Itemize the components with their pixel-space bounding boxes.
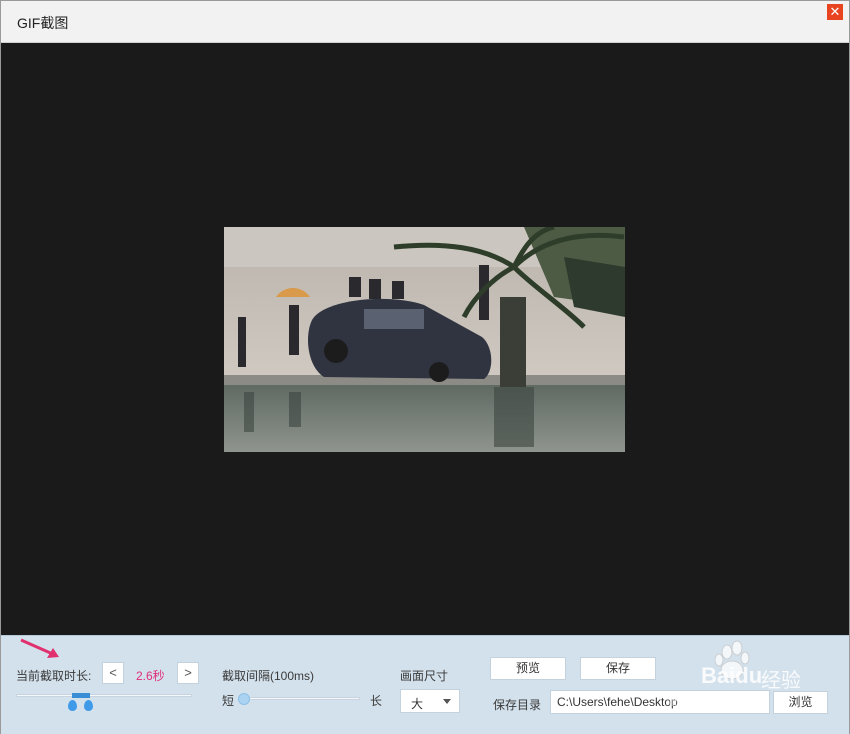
watermark-text: 经验: [761, 670, 801, 692]
preview-button[interactable]: 预览: [490, 657, 566, 680]
annotation-arrow-icon: [20, 638, 59, 658]
save-button[interactable]: 保存: [580, 657, 656, 680]
watermark-brand: Baidu: [701, 663, 763, 688]
size-select[interactable]: 大: [400, 689, 460, 713]
water-drop-icon: [68, 700, 77, 711]
duration-increase-button[interactable]: >: [177, 662, 199, 684]
duration-decrease-button[interactable]: <: [102, 662, 124, 684]
size-select-value: 大: [411, 697, 424, 711]
gif-capture-window: GIF截图 ✕ 当前截取时长: < 2.6秒 > 截取间隔(100ms) 短 长…: [0, 0, 850, 734]
duration-slider[interactable]: [16, 694, 192, 697]
dropdown-caret-icon: [443, 699, 451, 704]
close-button[interactable]: ✕: [827, 4, 843, 20]
chevron-right-icon: >: [184, 665, 192, 680]
interval-slider-knob[interactable]: [238, 693, 250, 705]
duration-value: 2.6秒: [136, 669, 165, 683]
preview-area: [1, 43, 849, 635]
watermark-url: jingyan.baidu.com: [669, 695, 766, 709]
preview-photo: [224, 227, 625, 452]
chevron-left-icon: <: [109, 665, 117, 680]
gif-preview-image: [224, 227, 625, 452]
interval-long-label: 长: [370, 694, 383, 708]
water-drop-icon: [84, 700, 93, 711]
interval-slider[interactable]: [238, 697, 360, 700]
close-icon: ✕: [829, 4, 841, 19]
size-label: 画面尺寸: [400, 669, 449, 683]
window-title: GIF截图: [17, 15, 69, 31]
title-bar: GIF截图 ✕: [1, 1, 849, 43]
save-dir-label: 保存目录: [493, 698, 542, 712]
interval-label: 截取间隔(100ms): [222, 669, 315, 683]
duration-slider-handle[interactable]: [72, 693, 90, 698]
duration-label: 当前截取时长:: [16, 669, 92, 683]
interval-short-label: 短: [222, 694, 235, 708]
